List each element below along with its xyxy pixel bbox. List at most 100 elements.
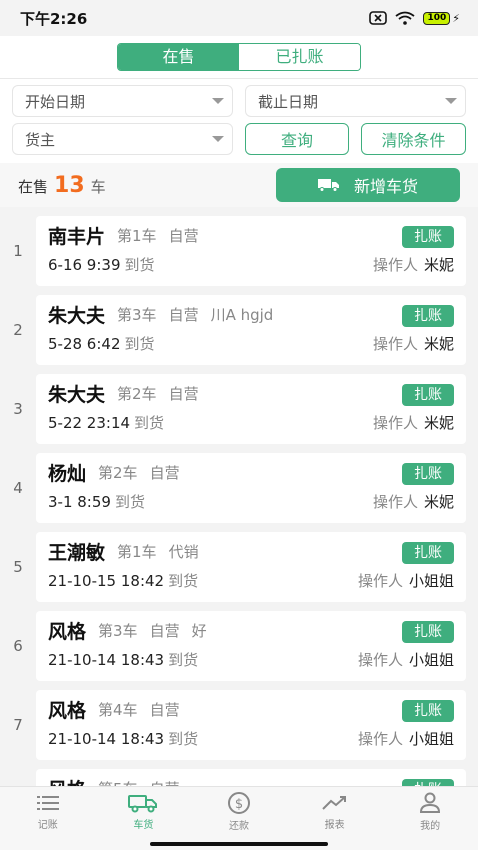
row-index: 1	[13, 241, 23, 260]
owner-name: 朱大夫	[48, 384, 106, 406]
list-item[interactable]: 5 王潮敏 第1车 代销 扎账 21-10-15 18:42 到货 操作人 小姐姐	[0, 527, 478, 606]
owner-label: 货主	[25, 130, 56, 149]
arrive-label: 到货	[124, 256, 155, 274]
owner-name: 杨灿	[48, 463, 87, 485]
query-button[interactable]: 查询	[245, 123, 349, 155]
extra-note: 好	[191, 622, 207, 640]
caret-down-icon	[212, 98, 224, 104]
tab-on-sale[interactable]: 在售	[118, 44, 239, 70]
arrive-time: 5-28 6:42	[48, 335, 121, 353]
operator-label: 操作人	[372, 493, 418, 511]
tab-label: 记账	[37, 819, 58, 831]
home-indicator[interactable]	[150, 842, 328, 846]
arrive-time: 21-10-15 18:42	[48, 572, 165, 590]
status-time: 下午2:26	[20, 9, 88, 28]
on-sale-count: 在售 13 车	[18, 173, 106, 198]
cargo-list: 1 南丰片 第1车 自营 扎账 6-16 9:39 到货 操作人 米妮 2 朱大夫 …	[0, 207, 478, 843]
owner-select[interactable]: 货主	[12, 123, 233, 155]
settle-button[interactable]: 扎账	[402, 304, 454, 327]
operator-label: 操作人	[372, 335, 418, 353]
list-item[interactable]: 4 杨灿 第2车 自营 扎账 3-1 8:59 到货 操作人 米妮	[0, 448, 478, 527]
arrive-time: 21-10-14 18:43	[48, 730, 165, 748]
caret-down-icon	[445, 98, 457, 104]
car-number: 第3车	[117, 306, 157, 324]
charging-icon: ⚡	[452, 11, 460, 25]
car-number: 第2车	[98, 464, 138, 482]
sale-type: 自营	[168, 306, 199, 324]
status-icons: 100 ⚡	[369, 11, 460, 25]
arrive-time: 6-16 9:39	[48, 256, 121, 274]
list-icon	[36, 795, 59, 810]
status-bar: 下午2:26 100 ⚡	[0, 0, 478, 36]
operator-name: 米妮	[423, 256, 454, 274]
row-index: 2	[13, 320, 23, 339]
owner-name: 南丰片	[48, 226, 106, 248]
car-number: 第4车	[98, 701, 138, 719]
list-item[interactable]: 3 朱大夫 第2车 自营 扎账 5-22 23:14 到货 操作人 米妮	[0, 369, 478, 448]
tab-repayment[interactable]: $ 还款	[191, 787, 287, 836]
operator-label: 操作人	[357, 651, 403, 669]
cargo-card[interactable]: 杨灿 第2车 自营 扎账 3-1 8:59 到货 操作人 米妮	[36, 452, 466, 523]
start-date-select[interactable]: 开始日期	[12, 85, 233, 117]
caret-down-icon	[212, 136, 224, 142]
list-item[interactable]: 2 朱大夫 第3车 自营 川A hgjd 扎账 5-28 6:42 到货 操作人米…	[0, 290, 478, 369]
tab-settled[interactable]: 已扎账	[239, 44, 360, 70]
sale-type: 代销	[168, 543, 199, 561]
list-item[interactable]: 1 南丰片 第1车 自营 扎账 6-16 9:39 到货 操作人 米妮	[0, 211, 478, 290]
row-index: 5	[13, 557, 23, 576]
extra-note: 川A hgjd	[210, 306, 274, 324]
operator-name: 小姐姐	[408, 572, 454, 590]
arrive-time: 5-22 23:14	[48, 414, 131, 432]
cargo-card[interactable]: 朱大夫 第2车 自营 扎账 5-22 23:14 到货 操作人 米妮	[36, 373, 466, 444]
operator-name: 米妮	[423, 493, 454, 511]
operator-name: 小姐姐	[408, 730, 454, 748]
cargo-card[interactable]: 王潮敏 第1车 代销 扎账 21-10-15 18:42 到货 操作人 小姐姐	[36, 531, 466, 602]
tab-profile[interactable]: 我的	[382, 787, 478, 836]
settle-button[interactable]: 扎账	[402, 620, 454, 643]
operator-label: 操作人	[357, 730, 403, 748]
sale-type: 自营	[168, 385, 199, 403]
summary-unit: 车	[90, 177, 106, 196]
arrive-label: 到货	[168, 572, 199, 590]
dollar-icon: $	[227, 791, 250, 814]
svg-text:$: $	[235, 797, 243, 812]
row-index: 6	[13, 636, 23, 655]
tab-cargo[interactable]: 车货	[96, 787, 192, 836]
add-cargo-button[interactable]: 新增车货	[276, 168, 460, 202]
arrive-label: 到货	[114, 493, 145, 511]
owner-name: 风格	[48, 700, 87, 722]
segment-control: 在售 已扎账	[117, 43, 361, 71]
cargo-card[interactable]: 风格 第3车 自营 好 扎账 21-10-14 18:43 到货 操作人 小姐姐	[36, 610, 466, 681]
operator-name: 小姐姐	[408, 651, 454, 669]
end-date-label: 截止日期	[258, 92, 319, 111]
settle-button[interactable]: 扎账	[402, 541, 454, 564]
car-number: 第2车	[117, 385, 157, 403]
operator-name: 米妮	[423, 414, 454, 432]
sale-type: 自营	[149, 464, 180, 482]
trend-icon	[321, 795, 346, 810]
truck-icon	[317, 179, 339, 192]
list-item[interactable]: 6 风格 第3车 自营 好 扎账 21-10-14 18:43 到货 操作人 小姐姐	[0, 606, 478, 685]
battery-icon: 100 ⚡	[423, 11, 460, 25]
settle-button[interactable]: 扎账	[402, 699, 454, 722]
settle-button[interactable]: 扎账	[402, 225, 454, 248]
tab-reports[interactable]: 报表	[287, 787, 383, 836]
tab-bookkeeping[interactable]: 记账	[0, 787, 96, 836]
settle-button[interactable]: 扎账	[402, 383, 454, 406]
cargo-card[interactable]: 南丰片 第1车 自营 扎账 6-16 9:39 到货 操作人 米妮	[36, 215, 466, 286]
summary-bar: 在售 13 车 新增车货	[0, 163, 478, 207]
user-icon	[420, 792, 441, 813]
arrive-label: 到货	[168, 730, 199, 748]
cargo-card[interactable]: 朱大夫 第3车 自营 川A hgjd 扎账 5-28 6:42 到货 操作人 米妮	[36, 294, 466, 365]
segment-bar: 在售 已扎账	[0, 36, 478, 78]
tab-label: 我的	[420, 820, 441, 832]
tab-label: 车货	[133, 819, 154, 831]
settle-button[interactable]: 扎账	[402, 462, 454, 485]
end-date-select[interactable]: 截止日期	[245, 85, 466, 117]
list-item[interactable]: 7 风格 第4车 自营 扎账 21-10-14 18:43 到货 操作人 小姐姐	[0, 685, 478, 764]
battery-level: 100	[423, 11, 451, 25]
operator-label: 操作人	[372, 414, 418, 432]
owner-name: 风格	[48, 621, 87, 643]
cargo-card[interactable]: 风格 第4车 自营 扎账 21-10-14 18:43 到货 操作人 小姐姐	[36, 689, 466, 760]
clear-filters-button[interactable]: 清除条件	[361, 123, 466, 155]
